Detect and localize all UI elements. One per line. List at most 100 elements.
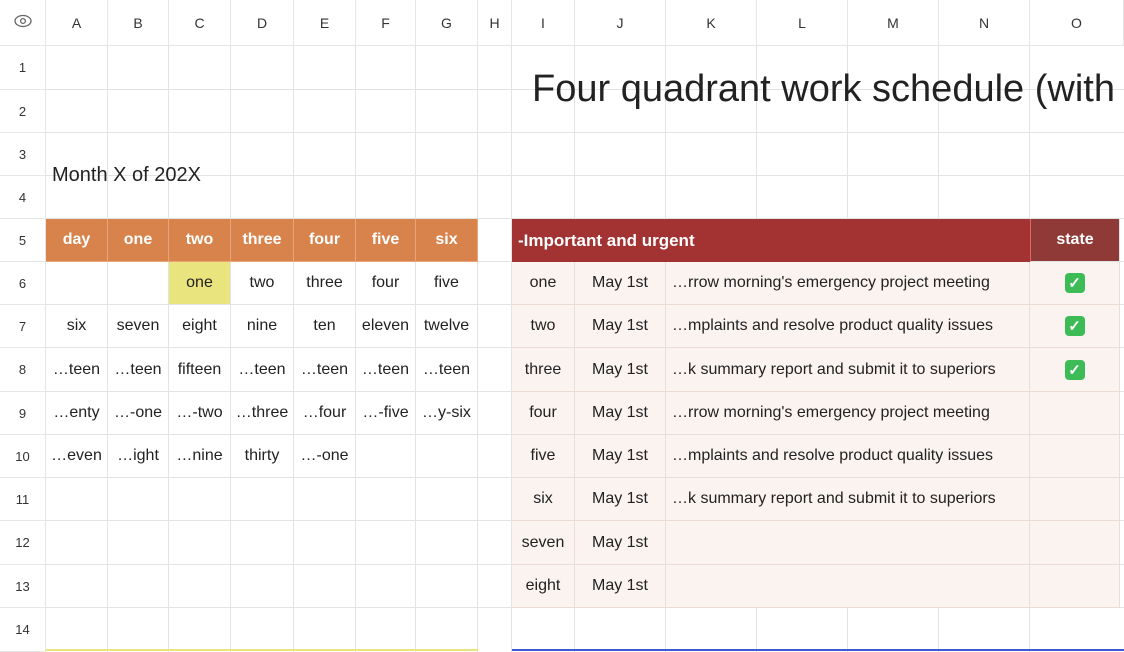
calendar-cell[interactable]: [46, 262, 108, 305]
row-header[interactable]: 3: [0, 133, 46, 176]
task-date[interactable]: May 1st: [575, 262, 666, 305]
task-state[interactable]: [1030, 565, 1120, 608]
row-header[interactable]: 10: [0, 435, 46, 478]
task-label[interactable]: five: [512, 435, 575, 478]
calendar-cell[interactable]: …ight: [108, 435, 169, 478]
task-description[interactable]: …k summary report and submit it to super…: [666, 348, 1030, 392]
task-date[interactable]: May 1st: [575, 435, 666, 478]
column-header[interactable]: O: [1030, 0, 1124, 46]
task-date[interactable]: May 1st: [575, 392, 666, 435]
eye-icon[interactable]: [13, 14, 32, 31]
calendar-cell[interactable]: …-five: [356, 392, 416, 435]
task-description[interactable]: …rrow morning's emergency project meetin…: [666, 392, 1030, 435]
month-label[interactable]: Month X of 202X: [52, 164, 201, 187]
task-state[interactable]: [1030, 392, 1120, 435]
column-header[interactable]: G: [416, 0, 478, 46]
row-header[interactable]: 11: [0, 478, 46, 521]
calendar-cell[interactable]: four: [356, 262, 416, 305]
calendar-header-cell[interactable]: three: [231, 219, 294, 262]
column-header[interactable]: J: [575, 0, 666, 46]
calendar-cell[interactable]: …-two: [169, 392, 231, 435]
column-header[interactable]: F: [356, 0, 416, 46]
calendar-cell[interactable]: five: [416, 262, 478, 305]
row-header[interactable]: 14: [0, 608, 46, 652]
calendar-cell[interactable]: ten: [294, 305, 356, 348]
calendar-cell[interactable]: three: [294, 262, 356, 305]
column-header[interactable]: K: [666, 0, 757, 46]
column-header[interactable]: E: [294, 0, 356, 46]
task-label[interactable]: two: [512, 305, 575, 348]
calendar-cell[interactable]: …teen: [294, 348, 356, 392]
calendar-cell[interactable]: [416, 435, 478, 478]
calendar-header-cell[interactable]: four: [294, 219, 356, 262]
calendar-cell[interactable]: …even: [46, 435, 108, 478]
calendar-cell[interactable]: …four: [294, 392, 356, 435]
calendar-header-cell[interactable]: two: [169, 219, 231, 262]
calendar-cell[interactable]: [356, 435, 416, 478]
calendar-cell[interactable]: …y-six: [416, 392, 478, 435]
task-description[interactable]: [666, 565, 1030, 608]
task-date[interactable]: May 1st: [575, 305, 666, 348]
calendar-cell[interactable]: …nine: [169, 435, 231, 478]
sheet-title[interactable]: Four quadrant work schedule (with: [532, 68, 1115, 111]
task-description[interactable]: [666, 521, 1030, 565]
task-state[interactable]: ✓: [1030, 348, 1120, 392]
task-label[interactable]: eight: [512, 565, 575, 608]
task-date[interactable]: May 1st: [575, 565, 666, 608]
task-date[interactable]: May 1st: [575, 348, 666, 392]
task-state[interactable]: ✓: [1030, 305, 1120, 348]
task-state[interactable]: [1030, 478, 1120, 521]
calendar-cell[interactable]: …teen: [108, 348, 169, 392]
task-label[interactable]: six: [512, 478, 575, 521]
calendar-header-cell[interactable]: day: [46, 219, 108, 262]
task-description[interactable]: …rrow morning's emergency project meetin…: [666, 262, 1030, 305]
task-label[interactable]: four: [512, 392, 575, 435]
calendar-cell[interactable]: one: [169, 262, 231, 305]
calendar-cell[interactable]: twelve: [416, 305, 478, 348]
task-date[interactable]: May 1st: [575, 521, 666, 565]
calendar-cell[interactable]: …teen: [231, 348, 294, 392]
calendar-header-cell[interactable]: one: [108, 219, 169, 262]
row-header[interactable]: 12: [0, 521, 46, 565]
task-label[interactable]: one: [512, 262, 575, 305]
calendar-cell[interactable]: …-one: [108, 392, 169, 435]
column-header[interactable]: M: [848, 0, 939, 46]
task-description[interactable]: …mplaints and resolve product quality is…: [666, 305, 1030, 348]
calendar-cell[interactable]: eight: [169, 305, 231, 348]
task-description[interactable]: …mplaints and resolve product quality is…: [666, 435, 1030, 478]
calendar-cell[interactable]: seven: [108, 305, 169, 348]
row-header[interactable]: 1: [0, 46, 46, 90]
row-header[interactable]: 4: [0, 176, 46, 219]
calendar-header-cell[interactable]: five: [356, 219, 416, 262]
calendar-cell[interactable]: thirty: [231, 435, 294, 478]
task-description[interactable]: …k summary report and submit it to super…: [666, 478, 1030, 521]
task-state[interactable]: [1030, 435, 1120, 478]
calendar-cell[interactable]: …three: [231, 392, 294, 435]
checkmark-icon[interactable]: ✓: [1064, 316, 1085, 336]
calendar-cell[interactable]: …-one: [294, 435, 356, 478]
checkmark-icon[interactable]: ✓: [1064, 273, 1085, 293]
row-header[interactable]: 6: [0, 262, 46, 305]
calendar-header-cell[interactable]: six: [416, 219, 478, 262]
row-header[interactable]: 8: [0, 348, 46, 392]
column-header[interactable]: L: [757, 0, 848, 46]
row-header[interactable]: 7: [0, 305, 46, 348]
calendar-cell[interactable]: …teen: [356, 348, 416, 392]
column-header[interactable]: N: [939, 0, 1030, 46]
quadrant-header[interactable]: -Important and urgent: [512, 219, 1030, 262]
calendar-cell[interactable]: [108, 262, 169, 305]
calendar-cell[interactable]: …teen: [416, 348, 478, 392]
calendar-cell[interactable]: …teen: [46, 348, 108, 392]
row-header[interactable]: 9: [0, 392, 46, 435]
row-header[interactable]: 5: [0, 219, 46, 262]
checkmark-icon[interactable]: ✓: [1064, 359, 1085, 380]
column-header[interactable]: A: [46, 0, 108, 46]
row-header[interactable]: 2: [0, 90, 46, 133]
task-label[interactable]: seven: [512, 521, 575, 565]
column-header[interactable]: I: [512, 0, 575, 46]
row-header[interactable]: 13: [0, 565, 46, 608]
calendar-cell[interactable]: two: [231, 262, 294, 305]
column-header[interactable]: D: [231, 0, 294, 46]
column-header[interactable]: B: [108, 0, 169, 46]
state-header[interactable]: state: [1030, 219, 1120, 262]
